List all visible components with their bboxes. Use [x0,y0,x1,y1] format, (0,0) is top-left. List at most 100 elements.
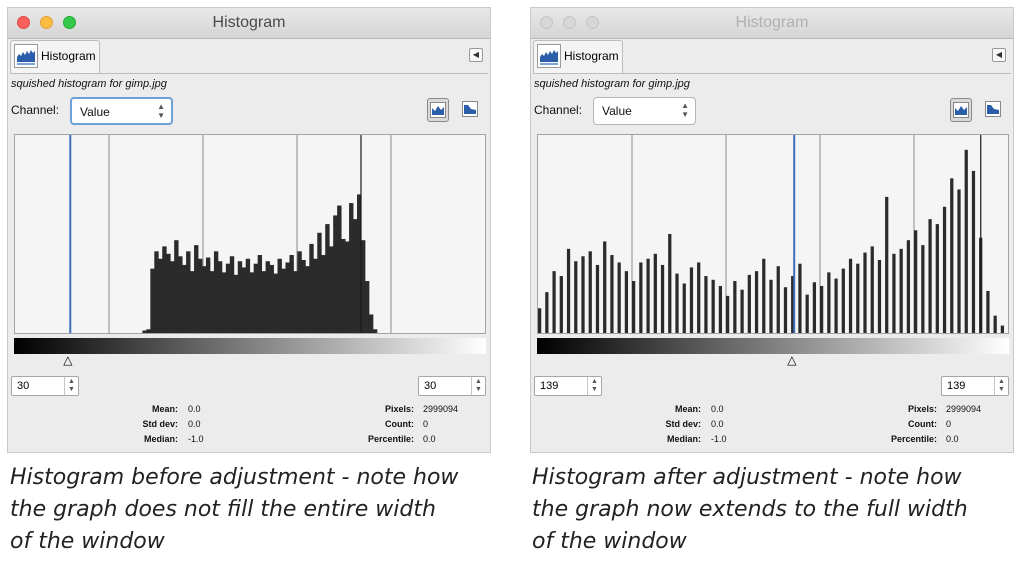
count-label: Count: [385,419,414,429]
tab-histogram[interactable]: Histogram [10,40,100,74]
histogram-bar [368,314,374,333]
histogram-bar [309,243,314,333]
mean-label: Mean: [674,404,701,414]
tab-divider [10,73,488,74]
caption-line: Histogram before adjustment - note how [10,465,459,490]
histogram-bar [559,276,563,333]
histogram-bar [245,258,251,333]
histogram-bar [205,257,211,333]
caption-line: the graph now extends to the full width [532,497,968,522]
title-bar[interactable]: Histogram [531,8,1013,39]
histogram-bar [726,295,730,333]
pixels-label: Pixels: [907,404,937,414]
histogram-bar [209,271,215,333]
histogram-bar [820,285,824,333]
histogram-bar [182,264,187,333]
histogram-bar [190,271,195,333]
histogram-bar [345,241,350,333]
pixels-value: 2999094 [423,404,459,414]
histogram-bar [950,178,954,333]
spinner-arrows-icon[interactable]: ▲ ▼ [471,377,485,395]
histogram-bar [776,266,780,333]
value-gradient-bar [14,338,486,354]
median-value: -1.0 [188,434,204,444]
histogram-bar [150,268,155,333]
histogram-bar [827,272,831,333]
histogram-bar [863,252,867,333]
range-end-spinner[interactable]: 30 ▲ ▼ [418,376,486,396]
histogram-bar [646,258,650,333]
histogram-bar [305,266,310,333]
histogram-bar [293,271,298,333]
histogram-bar [711,279,715,333]
histogram-bar [588,251,592,333]
histogram-window-after: Histogram Histogram ◀ squished histogram… [530,7,1014,453]
histogram-bar [581,256,585,333]
histogram-bar [317,232,322,333]
histogram-bar [237,261,243,333]
image-name: squished histogram for gimp.jpg [534,78,690,90]
histogram-bar [194,245,199,333]
histogram-bar [660,264,665,333]
tab-menu-icon[interactable]: ◀ [992,48,1006,62]
range-end-spinner[interactable]: 139 ▲ ▼ [941,376,1009,396]
histogram-bar [313,258,318,333]
range-start-spinner[interactable]: 139 ▲ ▼ [534,376,602,396]
histogram-window-before: Histogram Histogram ◀ squished histogram… [7,7,491,453]
histogram-bar [552,271,556,333]
histogram-graph[interactable] [14,134,486,334]
histogram-bar [333,215,338,333]
histogram-bar [870,246,874,333]
range-marker-icon[interactable]: △ [787,354,796,366]
chevron-down-icon: ▼ [157,111,165,120]
channel-select[interactable]: Value ▲ ▼ [70,97,173,125]
median-label: Median: [143,434,178,444]
spinner-arrows-icon[interactable]: ▲ ▼ [64,377,78,395]
chevron-down-icon: ▼ [681,110,689,119]
histogram-bar [653,253,657,333]
channel-label: Channel: [534,103,583,117]
pixels-label: Pixels: [384,404,414,414]
histogram-bar [682,283,686,333]
range-end-value: 30 [424,380,437,392]
histogram-bar [928,219,932,333]
spinner-arrows-icon[interactable]: ▲ ▼ [994,377,1008,395]
tab-menu-icon[interactable]: ◀ [469,48,483,62]
chevron-up-icon: ▲ [681,101,689,110]
window-title: Histogram [212,14,286,31]
histogram-bar [289,255,294,333]
histogram-bar [321,255,326,333]
range-start-spinner[interactable]: 30 ▲ ▼ [11,376,79,396]
spinner-arrows-icon[interactable]: ▲ ▼ [587,377,601,395]
histogram-bar [632,281,636,333]
log-histogram-button[interactable] [983,98,1005,122]
histogram-bar [762,258,766,333]
count-value: 0 [423,419,429,429]
histogram-plot [69,135,392,333]
histogram-bar [986,290,990,333]
std-dev-value: 0.0 [188,419,201,429]
histogram-bar [689,267,694,333]
histogram-bar [885,196,889,333]
histogram-bar [361,240,366,333]
histogram-bar [856,263,860,333]
histogram-bar [265,261,270,333]
range-end-value: 139 [947,380,966,392]
linear-histogram-button[interactable] [427,98,449,122]
histogram-graph[interactable] [537,134,1009,334]
count-label: Count: [908,419,937,429]
log-histogram-button[interactable] [460,98,482,122]
histogram-bar [174,240,179,333]
channel-select[interactable]: Value ▲ ▼ [593,97,696,125]
linear-histogram-button[interactable] [950,98,972,122]
title-bar[interactable]: Histogram [8,8,490,39]
histogram-bar [610,255,614,333]
histogram-bar [921,245,925,333]
value-gradient-bar [537,338,1009,354]
tab-histogram[interactable]: Histogram [533,40,623,74]
histogram-bar [364,281,370,333]
histogram-bar [162,246,167,333]
histogram-bar [964,149,968,333]
range-marker-icon[interactable]: △ [63,354,72,366]
channel-value: Value [80,105,110,119]
